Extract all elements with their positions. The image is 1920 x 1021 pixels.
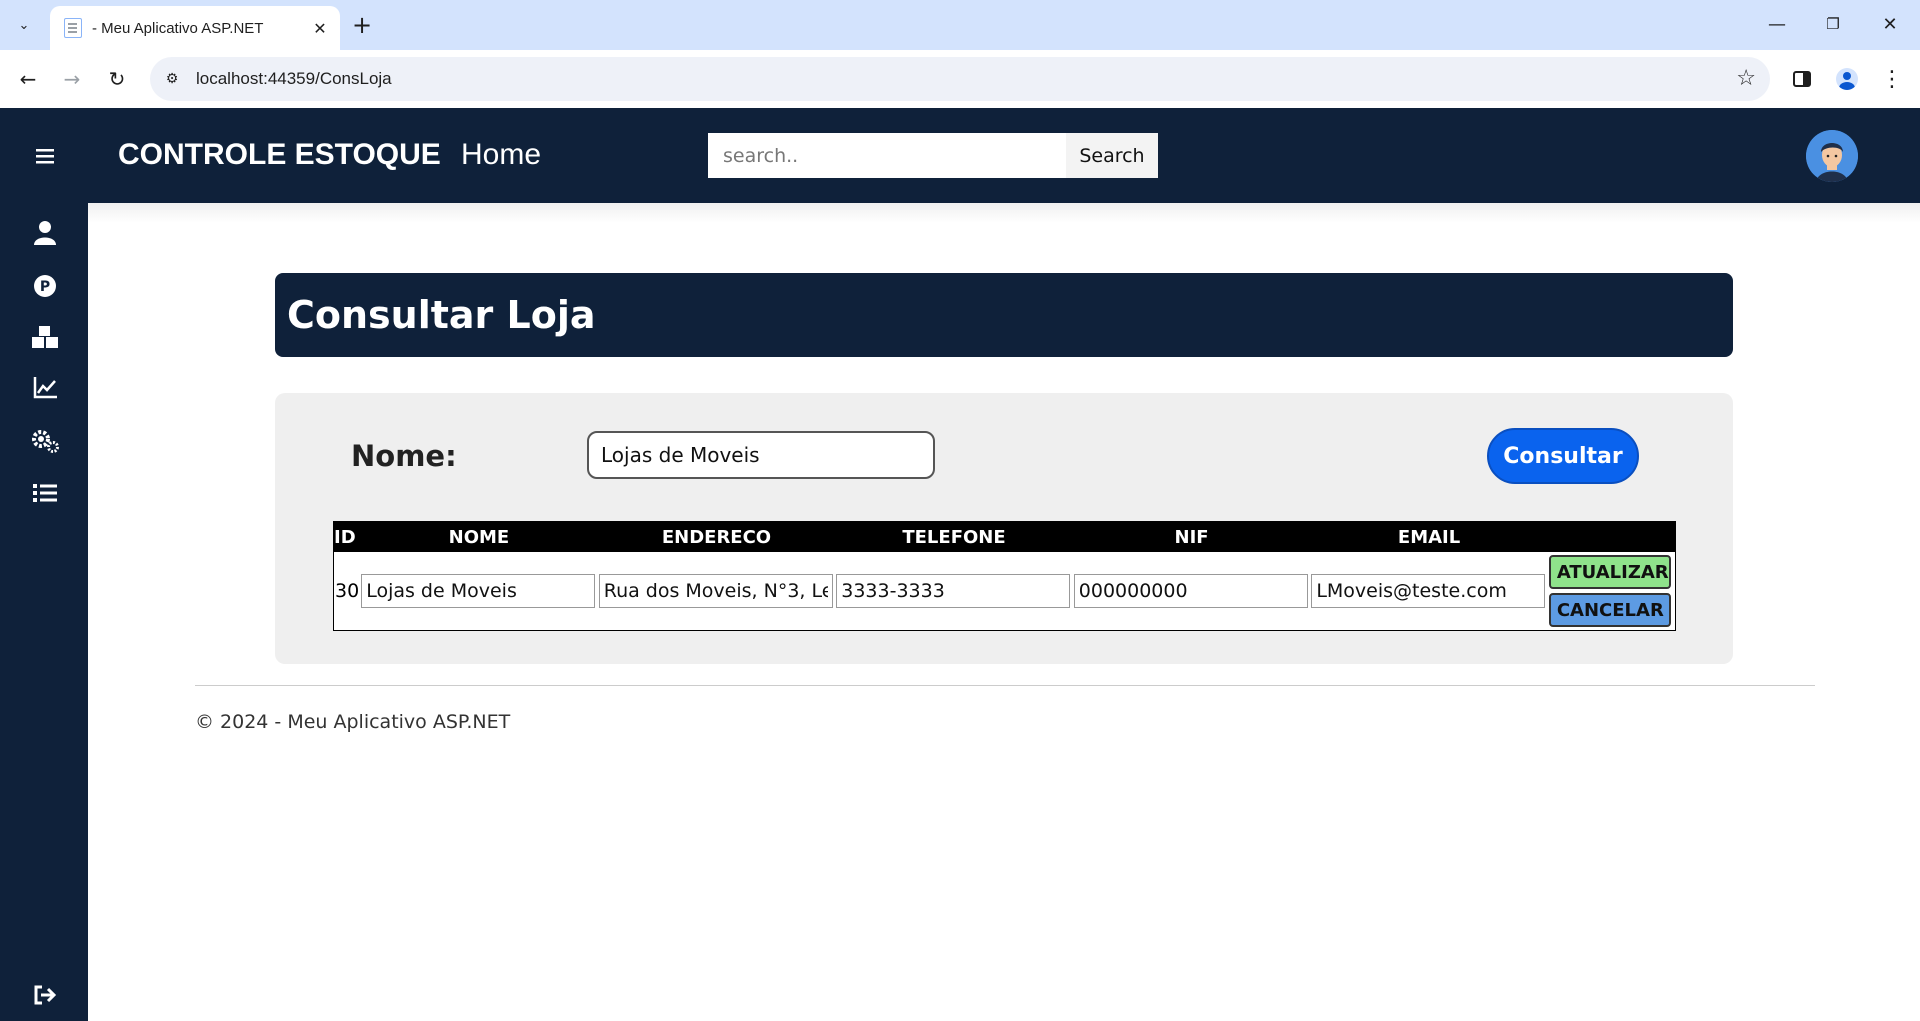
- new-tab-icon[interactable]: +: [352, 12, 372, 38]
- header-id: ID: [333, 521, 361, 552]
- page-favicon-icon: [64, 18, 82, 38]
- restore-icon[interactable]: ❐: [1813, 10, 1853, 38]
- results-table: ID NOME ENDERECO TELEFONE NIF EMAIL 30 L…: [333, 521, 1676, 631]
- consultar-button[interactable]: Consultar: [1487, 428, 1639, 484]
- user-icon[interactable]: [30, 218, 60, 248]
- boxes-icon[interactable]: [30, 322, 60, 352]
- nome-cell-input[interactable]: [361, 574, 596, 608]
- telefone-cell-input[interactable]: [836, 574, 1071, 608]
- brand-title[interactable]: CONTROLE ESTOQUE: [118, 138, 441, 172]
- search-input[interactable]: [708, 133, 1066, 178]
- app-sidebar: P: [0, 108, 88, 1021]
- forward-icon[interactable]: →: [58, 65, 86, 93]
- table-row: 30 ATUALIZAR CANCELAR: [333, 552, 1676, 631]
- avatar[interactable]: [1806, 130, 1858, 182]
- footer-divider: [195, 685, 1815, 686]
- chart-icon[interactable]: [30, 373, 60, 403]
- settings-icon[interactable]: [30, 426, 60, 456]
- page-header: Consultar Loja: [275, 273, 1733, 357]
- app-topnav: CONTROLE ESTOQUE Home Search: [88, 108, 1920, 203]
- nome-label: Nome:: [351, 439, 457, 473]
- close-tab-icon[interactable]: ✕: [310, 18, 330, 38]
- search-panel: Nome: Consultar ID NOME ENDERECO TELEFON…: [275, 393, 1733, 664]
- browser-toolbar: ← → ↻ ⚙ localhost:44359/ConsLoja ☆ ⋮: [0, 50, 1920, 108]
- nif-cell-input[interactable]: [1073, 574, 1308, 608]
- svg-text:P: P: [40, 279, 50, 295]
- search-form: Search: [708, 133, 1158, 178]
- header-nome: NOME: [360, 521, 598, 552]
- cell-id: 30: [333, 552, 361, 631]
- list-icon[interactable]: [30, 478, 60, 508]
- back-icon[interactable]: ←: [14, 65, 42, 93]
- address-bar[interactable]: ⚙ localhost:44359/ConsLoja ☆: [150, 57, 1770, 101]
- minimize-icon[interactable]: —: [1757, 10, 1797, 38]
- avatar-face-icon: [1806, 130, 1858, 182]
- footer-text: © 2024 - Meu Aplicativo ASP.NET: [195, 711, 511, 733]
- reload-icon[interactable]: ↻: [103, 65, 131, 93]
- main-content: Consultar Loja Nome: Consultar ID NOME E…: [88, 203, 1920, 1021]
- search-button[interactable]: Search: [1065, 133, 1158, 178]
- endereco-cell-input[interactable]: [598, 574, 833, 608]
- side-panel-icon[interactable]: [1788, 65, 1816, 93]
- browser-tab[interactable]: - Meu Aplicativo ASP.NET ✕: [50, 6, 340, 50]
- profile-icon[interactable]: [1833, 65, 1861, 93]
- header-nif: NIF: [1072, 521, 1311, 552]
- tab-search-icon[interactable]: ⌄: [10, 12, 38, 38]
- nome-input[interactable]: [587, 431, 935, 479]
- page-title: Consultar Loja: [287, 293, 596, 337]
- logout-icon[interactable]: [30, 980, 60, 1010]
- url-text[interactable]: localhost:44359/ConsLoja: [196, 69, 392, 89]
- site-info-icon[interactable]: ⚙: [162, 69, 182, 89]
- table-header-row: ID NOME ENDERECO TELEFONE NIF EMAIL: [333, 521, 1676, 552]
- menu-icon[interactable]: [30, 141, 60, 171]
- browser-menu-icon[interactable]: ⋮: [1878, 65, 1906, 93]
- header-telefone: TELEFONE: [835, 521, 1073, 552]
- cancelar-button[interactable]: CANCELAR: [1548, 593, 1671, 627]
- atualizar-button[interactable]: ATUALIZAR: [1548, 555, 1671, 589]
- tab-title: - Meu Aplicativo ASP.NET: [92, 19, 264, 37]
- bookmark-star-icon[interactable]: ☆: [1736, 66, 1756, 91]
- header-email: EMAIL: [1310, 521, 1548, 552]
- header-actions: [1547, 521, 1676, 552]
- email-cell-input[interactable]: [1311, 574, 1546, 608]
- parking-icon[interactable]: P: [30, 271, 60, 301]
- close-window-icon[interactable]: ✕: [1870, 10, 1910, 38]
- home-link[interactable]: Home: [461, 138, 541, 172]
- browser-tab-bar: ⌄ - Meu Aplicativo ASP.NET ✕ + — ❐ ✕: [0, 0, 1920, 50]
- header-endereco: ENDERECO: [597, 521, 836, 552]
